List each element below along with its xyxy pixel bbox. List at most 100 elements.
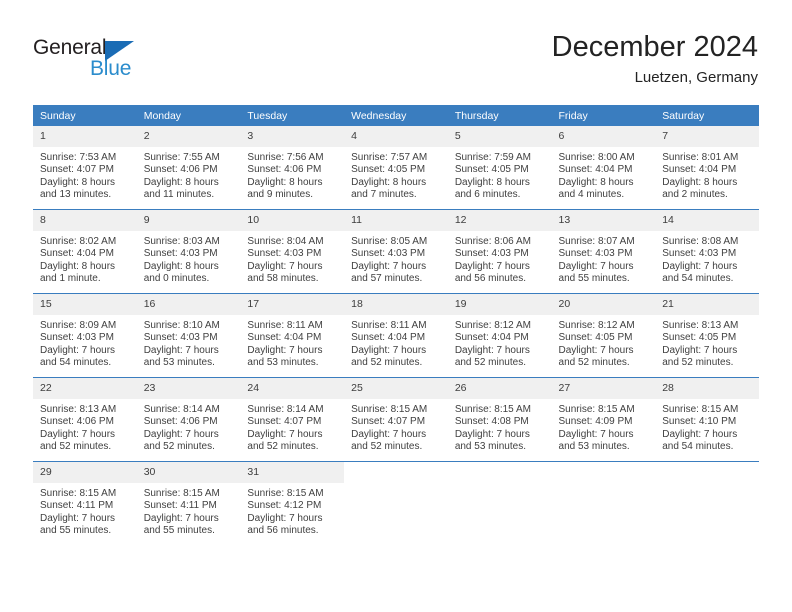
day-number: 26: [447, 378, 552, 399]
daylight-text-line2: and 52 minutes.: [40, 440, 112, 452]
calendar-week-row: 8 Sunrise: 8:02 AM Sunset: 4:04 PM Dayli…: [33, 209, 759, 294]
sunset-text: Sunset: 4:04 PM: [662, 164, 737, 176]
day-number: [655, 462, 759, 483]
calendar-day-cell[interactable]: 8 Sunrise: 8:02 AM Sunset: 4:04 PM Dayli…: [33, 209, 137, 294]
sunrise-text: Sunrise: 8:12 AM: [454, 320, 531, 331]
calendar-day-cell[interactable]: 14 Sunrise: 8:08 AM Sunset: 4:03 PM Dayl…: [655, 209, 759, 294]
calendar-day-cell[interactable]: 12 Sunrise: 8:06 AM Sunset: 4:03 PM Dayl…: [447, 209, 552, 294]
calendar-day-cell[interactable]: 25 Sunrise: 8:15 AM Sunset: 4:07 PM Dayl…: [344, 377, 448, 462]
calendar-day-cell-empty: [344, 461, 448, 545]
sunrise-text: Sunrise: 8:15 AM: [454, 404, 531, 415]
calendar-day-cell[interactable]: 15 Sunrise: 8:09 AM Sunset: 4:03 PM Dayl…: [33, 293, 137, 378]
sunrise-text: Sunrise: 8:07 AM: [558, 236, 635, 247]
calendar-day-cell[interactable]: 16 Sunrise: 8:10 AM Sunset: 4:03 PM Dayl…: [136, 293, 241, 378]
day-number: 1: [33, 126, 137, 147]
sunset-text: Sunset: 4:11 PM: [40, 500, 114, 512]
calendar-day-cell[interactable]: 21 Sunrise: 8:13 AM Sunset: 4:05 PM Dayl…: [655, 293, 759, 378]
day-details: Sunrise: 8:07 AM Sunset: 4:03 PM Dayligh…: [552, 231, 656, 285]
calendar-day-cell[interactable]: 24 Sunrise: 8:14 AM Sunset: 4:07 PM Dayl…: [240, 377, 345, 462]
daylight-text-line1: Daylight: 7 hours: [40, 344, 116, 356]
title-block: December 2024 Luetzen, Germany: [552, 30, 758, 88]
sunrise-text: Sunrise: 8:13 AM: [662, 320, 739, 331]
calendar-day-cell[interactable]: 2 Sunrise: 7:55 AM Sunset: 4:06 PM Dayli…: [136, 126, 241, 210]
sunrise-text: Sunrise: 8:15 AM: [40, 488, 117, 499]
daylight-text-line2: and 52 minutes.: [351, 356, 423, 368]
daylight-text-line2: and 57 minutes.: [351, 272, 423, 284]
calendar-day-cell[interactable]: 17 Sunrise: 8:11 AM Sunset: 4:04 PM Dayl…: [240, 293, 345, 378]
sunrise-text: Sunrise: 8:01 AM: [662, 152, 739, 163]
sunrise-text: Sunrise: 8:12 AM: [558, 320, 635, 331]
calendar-day-cell[interactable]: 4 Sunrise: 7:57 AM Sunset: 4:05 PM Dayli…: [344, 126, 448, 210]
daylight-text-line1: Daylight: 7 hours: [247, 512, 323, 524]
day-number: 6: [551, 126, 656, 147]
day-details: Sunrise: 8:09 AM Sunset: 4:03 PM Dayligh…: [33, 315, 137, 369]
daylight-text-line2: and 0 minutes.: [143, 272, 210, 284]
sunrise-text: Sunrise: 8:11 AM: [351, 320, 427, 331]
day-number: 20: [551, 294, 656, 315]
calendar-day-cell[interactable]: 22 Sunrise: 8:13 AM Sunset: 4:06 PM Dayl…: [33, 377, 137, 462]
daylight-text-line1: Daylight: 7 hours: [558, 344, 634, 356]
daylight-text-line1: Daylight: 7 hours: [351, 428, 427, 440]
calendar-day-cell[interactable]: 31 Sunrise: 8:15 AM Sunset: 4:12 PM Dayl…: [240, 461, 345, 545]
day-details: Sunrise: 8:04 AM Sunset: 4:03 PM Dayligh…: [240, 231, 344, 285]
calendar-day-cell[interactable]: 3 Sunrise: 7:56 AM Sunset: 4:06 PM Dayli…: [240, 126, 345, 210]
sunset-text: Sunset: 4:03 PM: [143, 248, 218, 260]
day-details: Sunrise: 8:15 AM Sunset: 4:08 PM Dayligh…: [448, 399, 552, 453]
day-details: Sunrise: 8:03 AM Sunset: 4:03 PM Dayligh…: [137, 231, 241, 285]
day-details: Sunrise: 8:12 AM Sunset: 4:04 PM Dayligh…: [448, 315, 552, 369]
daylight-text-line2: and 58 minutes.: [247, 272, 319, 284]
sunset-text: Sunset: 4:03 PM: [40, 332, 114, 344]
calendar-day-cell[interactable]: 10 Sunrise: 8:04 AM Sunset: 4:03 PM Dayl…: [240, 209, 345, 294]
day-details: Sunrise: 8:11 AM Sunset: 4:04 PM Dayligh…: [344, 315, 448, 369]
sunrise-text: Sunrise: 8:14 AM: [143, 404, 220, 415]
day-number: 5: [447, 126, 552, 147]
day-details: Sunrise: 8:11 AM Sunset: 4:04 PM Dayligh…: [240, 315, 344, 369]
daylight-text-line2: and 54 minutes.: [40, 356, 112, 368]
calendar-day-cell[interactable]: 5 Sunrise: 7:59 AM Sunset: 4:05 PM Dayli…: [447, 126, 552, 210]
day-details: Sunrise: 8:05 AM Sunset: 4:03 PM Dayligh…: [344, 231, 448, 285]
daylight-text-line2: and 53 minutes.: [143, 356, 215, 368]
calendar-day-cell[interactable]: 30 Sunrise: 8:15 AM Sunset: 4:11 PM Dayl…: [136, 461, 241, 545]
daylight-text-line1: Daylight: 7 hours: [558, 260, 634, 272]
calendar-day-cell[interactable]: 1 Sunrise: 7:53 AM Sunset: 4:07 PM Dayli…: [33, 126, 137, 210]
calendar-day-cell-empty: [655, 461, 759, 545]
sunrise-text: Sunrise: 8:15 AM: [558, 404, 635, 415]
sunset-text: Sunset: 4:03 PM: [247, 248, 322, 260]
sunset-text: Sunset: 4:03 PM: [454, 248, 529, 260]
day-number: 2: [136, 126, 241, 147]
day-details: Sunrise: 8:10 AM Sunset: 4:03 PM Dayligh…: [137, 315, 241, 369]
day-number: 28: [655, 378, 759, 399]
day-number: 4: [344, 126, 448, 147]
calendar-day-cell[interactable]: 19 Sunrise: 8:12 AM Sunset: 4:04 PM Dayl…: [447, 293, 552, 378]
daylight-text-line2: and 52 minutes.: [454, 356, 526, 368]
sunset-text: Sunset: 4:04 PM: [40, 248, 114, 260]
sunrise-text: Sunrise: 8:09 AM: [40, 320, 117, 331]
generalblue-logo[interactable]: General Blue: [33, 36, 153, 84]
calendar-day-cell[interactable]: 26 Sunrise: 8:15 AM Sunset: 4:08 PM Dayl…: [447, 377, 552, 462]
calendar-day-cell[interactable]: 28 Sunrise: 8:15 AM Sunset: 4:10 PM Dayl…: [655, 377, 759, 462]
sunrise-text: Sunrise: 8:15 AM: [143, 488, 220, 499]
daylight-text-line2: and 13 minutes.: [40, 188, 112, 200]
day-details: Sunrise: 7:56 AM Sunset: 4:06 PM Dayligh…: [240, 147, 344, 201]
calendar-day-cell[interactable]: 13 Sunrise: 8:07 AM Sunset: 4:03 PM Dayl…: [551, 209, 656, 294]
day-number: 29: [33, 462, 137, 483]
calendar-day-cell[interactable]: 6 Sunrise: 8:00 AM Sunset: 4:04 PM Dayli…: [551, 126, 656, 210]
weekday-header-sunday: Sunday: [33, 105, 137, 126]
calendar-day-cell[interactable]: 29 Sunrise: 8:15 AM Sunset: 4:11 PM Dayl…: [33, 461, 137, 545]
calendar-day-cell[interactable]: 11 Sunrise: 8:05 AM Sunset: 4:03 PM Dayl…: [344, 209, 448, 294]
sunrise-text: Sunrise: 8:05 AM: [351, 236, 428, 247]
calendar-day-cell[interactable]: 9 Sunrise: 8:03 AM Sunset: 4:03 PM Dayli…: [136, 209, 241, 294]
calendar-page: General Blue December 2024 Luetzen, Germ…: [0, 0, 792, 612]
sunrise-text: Sunrise: 8:15 AM: [662, 404, 739, 415]
daylight-text-line2: and 54 minutes.: [662, 440, 734, 452]
calendar-day-cell[interactable]: 20 Sunrise: 8:12 AM Sunset: 4:05 PM Dayl…: [551, 293, 656, 378]
calendar-day-cell[interactable]: 18 Sunrise: 8:11 AM Sunset: 4:04 PM Dayl…: [344, 293, 448, 378]
day-number: 22: [33, 378, 137, 399]
calendar-day-cell[interactable]: 23 Sunrise: 8:14 AM Sunset: 4:06 PM Dayl…: [136, 377, 241, 462]
day-details: Sunrise: 7:59 AM Sunset: 4:05 PM Dayligh…: [448, 147, 552, 201]
day-number: [447, 462, 552, 483]
calendar-day-cell[interactable]: 27 Sunrise: 8:15 AM Sunset: 4:09 PM Dayl…: [551, 377, 656, 462]
sunset-text: Sunset: 4:07 PM: [40, 164, 114, 176]
sunset-text: Sunset: 4:06 PM: [143, 416, 218, 428]
calendar-day-cell[interactable]: 7 Sunrise: 8:01 AM Sunset: 4:04 PM Dayli…: [655, 126, 759, 210]
